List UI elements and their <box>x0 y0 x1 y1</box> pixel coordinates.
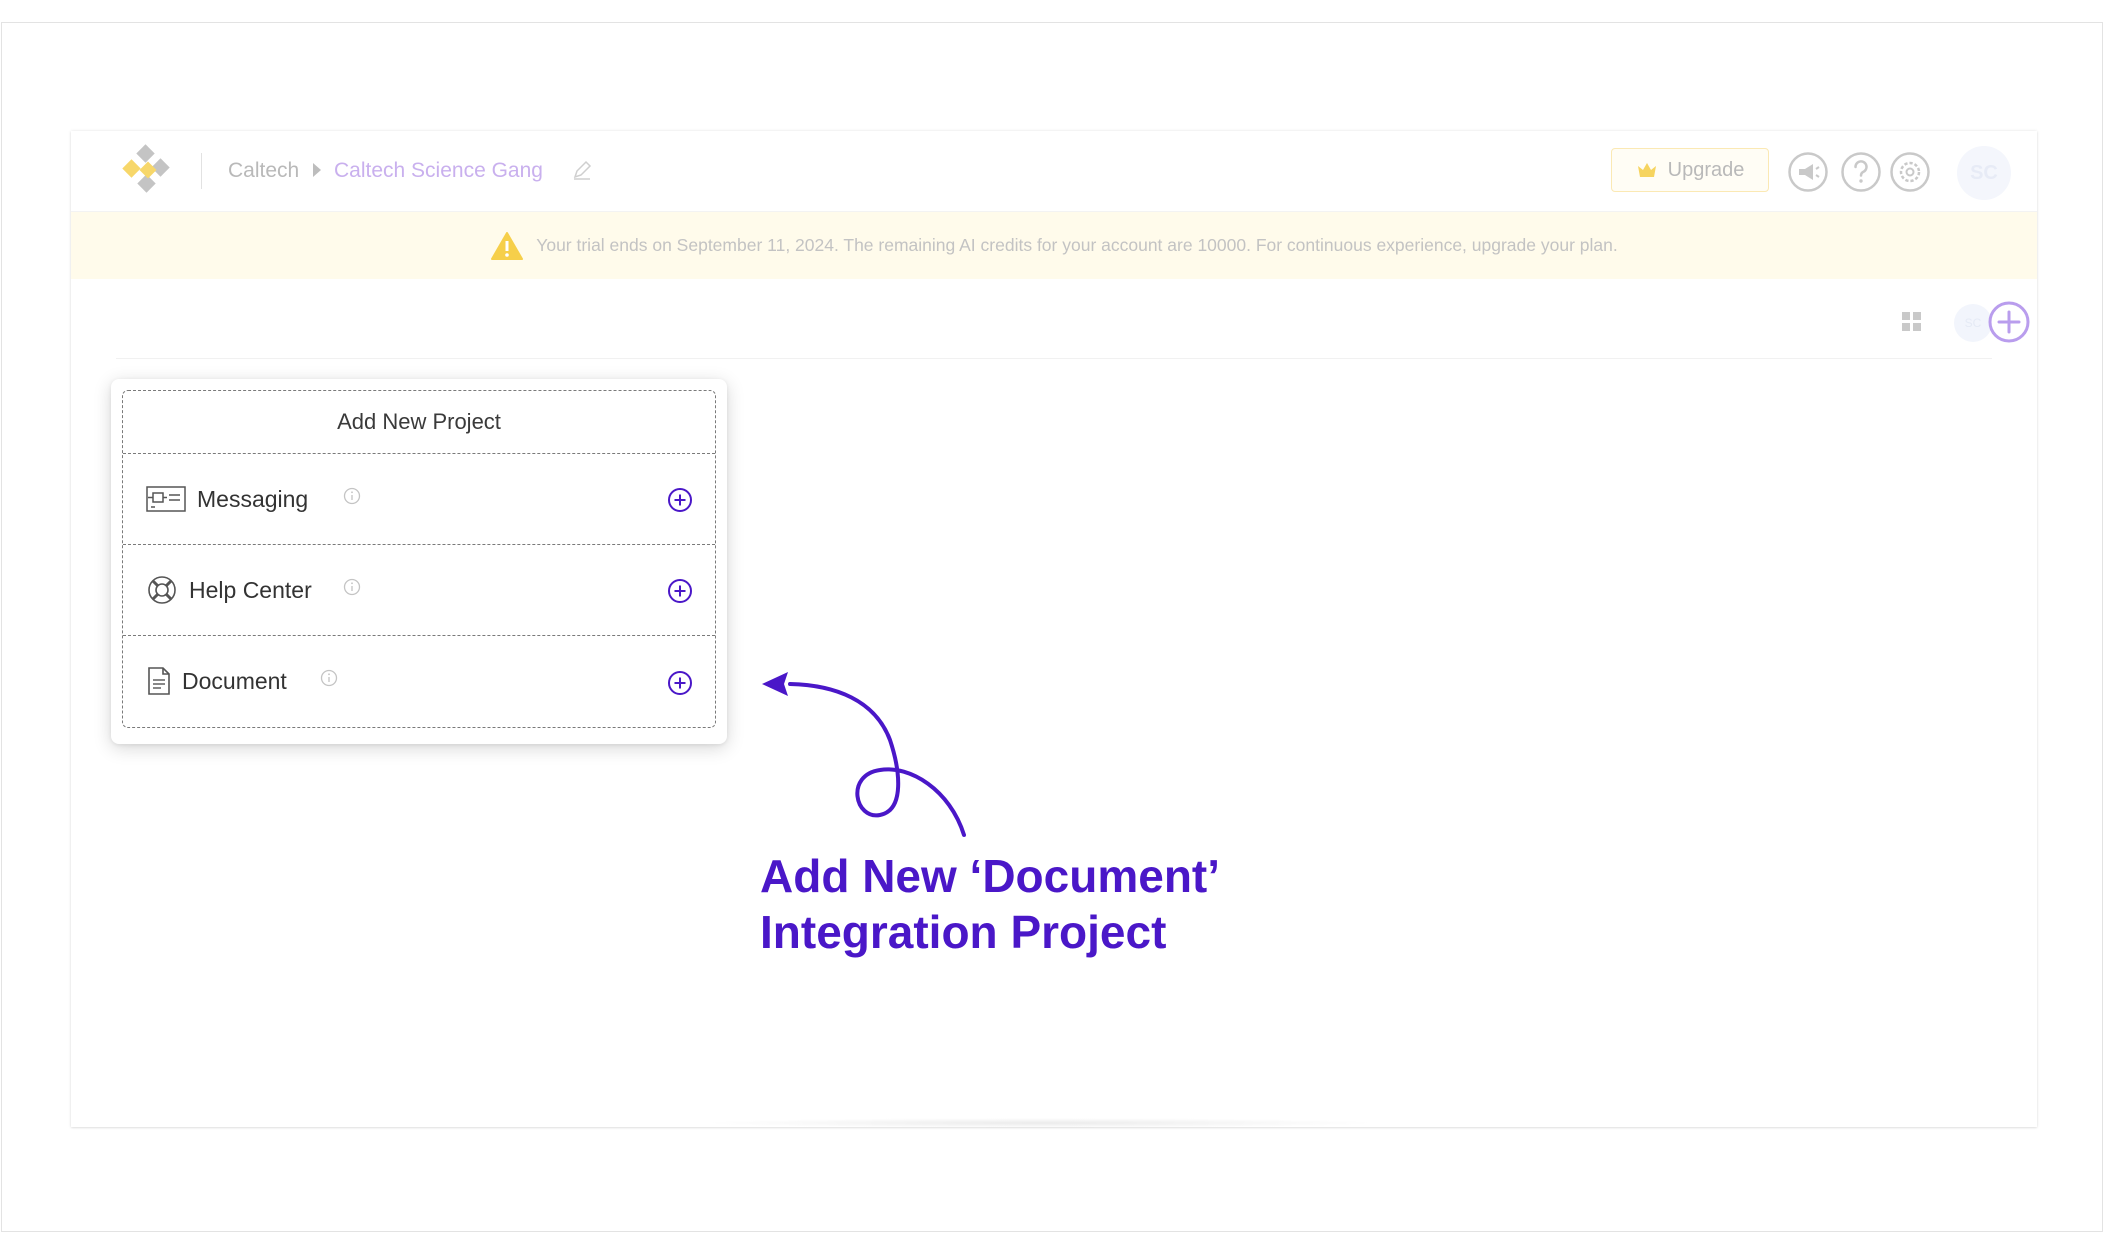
upgrade-label: Upgrade <box>1667 158 1745 181</box>
grid-view-icon[interactable] <box>1902 312 1922 332</box>
info-icon[interactable] <box>343 578 361 596</box>
option-label-messaging: Messaging <box>197 486 309 512</box>
trial-banner: Your trial ends on September 11, 2024. T… <box>71 212 2037 279</box>
top-navigation-bar: Caltech Caltech Science Gang Upgrade SC <box>71 131 2037 212</box>
annotation-arrow-icon <box>762 672 966 837</box>
settings-gear-icon[interactable] <box>1889 151 1931 193</box>
project-option-messaging[interactable]: Messaging <box>123 454 715 545</box>
help-icon[interactable] <box>1840 151 1882 193</box>
upgrade-button[interactable]: Upgrade <box>1611 148 1769 192</box>
project-toolbar: SC <box>116 281 2030 359</box>
annotation-caption: Add New ‘Document’ Integration Project <box>760 848 1220 960</box>
project-option-help-center[interactable]: Help Center <box>123 545 715 636</box>
annotation-line-2: Integration Project <box>760 906 1167 958</box>
announcement-icon[interactable] <box>1787 151 1829 193</box>
breadcrumb-separator-icon <box>313 163 321 177</box>
option-label-help-center: Help Center <box>189 577 312 603</box>
annotation-line-1: Add New ‘Document’ <box>760 850 1221 902</box>
user-avatar[interactable]: SC <box>1957 146 2011 200</box>
warning-icon <box>491 231 524 260</box>
messaging-icon <box>146 486 186 512</box>
breadcrumb-current-project[interactable]: Caltech Science Gang <box>334 158 543 184</box>
add-help-center-plus-icon[interactable] <box>667 578 693 604</box>
trial-banner-text: Your trial ends on September 11, 2024. T… <box>536 235 1618 255</box>
crown-icon <box>1637 163 1656 177</box>
add-project-plus-icon[interactable] <box>1987 300 2031 344</box>
breadcrumb-organization[interactable]: Caltech <box>228 158 299 184</box>
add-messaging-plus-icon[interactable] <box>667 487 693 513</box>
lifebuoy-icon <box>148 576 176 604</box>
window-bottom-shadow <box>700 1118 1380 1128</box>
edit-pencil-icon[interactable] <box>571 159 593 181</box>
info-icon[interactable] <box>343 487 361 505</box>
option-label-document: Document <box>182 668 287 694</box>
add-new-project-popover: Add New Project Messaging Help Center Do… <box>111 379 727 744</box>
add-document-plus-icon[interactable] <box>667 670 693 696</box>
app-logo[interactable] <box>120 144 176 200</box>
popover-title: Add New Project <box>123 391 715 454</box>
popover-options-box: Add New Project Messaging Help Center Do… <box>122 390 716 728</box>
topbar-divider <box>201 153 202 189</box>
project-option-document[interactable]: Document <box>123 636 715 728</box>
document-icon <box>148 667 170 695</box>
info-icon[interactable] <box>320 669 338 687</box>
